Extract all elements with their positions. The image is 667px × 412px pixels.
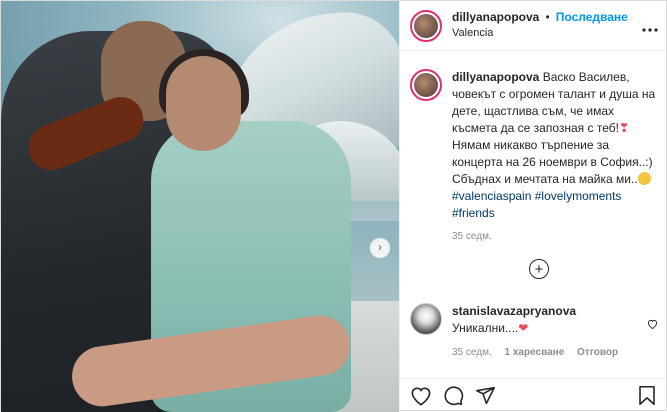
caption-text-part-2: Нямам никакво търпение за концерта на 26… [452,138,653,186]
hashtag-lovelymoments[interactable]: #lovelymoments [535,189,622,203]
comment-likes-count[interactable]: 1 харесване [505,347,565,358]
like-heart-icon[interactable] [410,385,432,407]
comment-reply-button[interactable]: Отговор [577,347,618,358]
caption-username[interactable]: dillyanapopova [452,70,539,84]
author-username[interactable]: dillyanapopova [452,10,539,24]
caption-age[interactable]: 35 седм. [452,231,492,242]
post-photo[interactable]: › [1,1,399,412]
comment-like-icon[interactable] [647,319,658,332]
follow-button[interactable]: Последване [556,10,628,24]
next-slide-button[interactable]: › [370,238,390,258]
author-avatar[interactable] [410,9,442,42]
post-actions [400,378,667,412]
comment-text: stanislavazapryanova Уникални....❤ [452,303,576,337]
heart-emoji-icon: ❤ [518,321,529,335]
comment-item: stanislavazapryanova Уникални....❤ [410,303,662,337]
bookmark-icon[interactable] [636,385,658,407]
commenter-username[interactable]: stanislavazapryanova [452,303,576,320]
hashtag-friends[interactable]: #friends [452,206,495,220]
caption-avatar[interactable] [410,69,442,101]
comment-age[interactable]: 35 седм. [452,347,492,358]
load-more-comments-button[interactable]: + [529,259,549,279]
post-caption: dillyanapopova Васко Василев, човекът с … [410,69,662,222]
chevron-right-icon: › [378,242,382,254]
share-paper-plane-icon[interactable] [474,385,496,407]
post-side-panel: dillyanapopova • Последване Valencia dil… [399,1,667,412]
comment-body: Уникални.... [452,321,519,335]
comment-meta: 35 седм. 1 харесване Отговор [452,347,628,358]
instagram-post: › dillyanapopova • Последване Valencia d… [0,0,667,412]
smile-emoji-icon [637,172,651,185]
location-link[interactable]: Valencia [452,26,628,41]
heart-emoji-icon: ❣ [618,121,630,135]
plus-icon: + [534,260,544,278]
hashtag-valenciaspain[interactable]: #valenciaspain [452,189,531,203]
header-text: dillyanapopova • Последване Valencia [452,10,628,41]
more-horizontal-icon[interactable] [642,19,658,35]
commenter-avatar[interactable] [410,303,442,335]
separator-dot: • [545,12,550,24]
post-header: dillyanapopova • Последване Valencia [400,1,667,51]
photo-woman-head [166,56,241,151]
comment-bubble-icon[interactable] [442,385,464,407]
caption-text: dillyanapopova Васко Василев, човекът с … [452,69,662,222]
